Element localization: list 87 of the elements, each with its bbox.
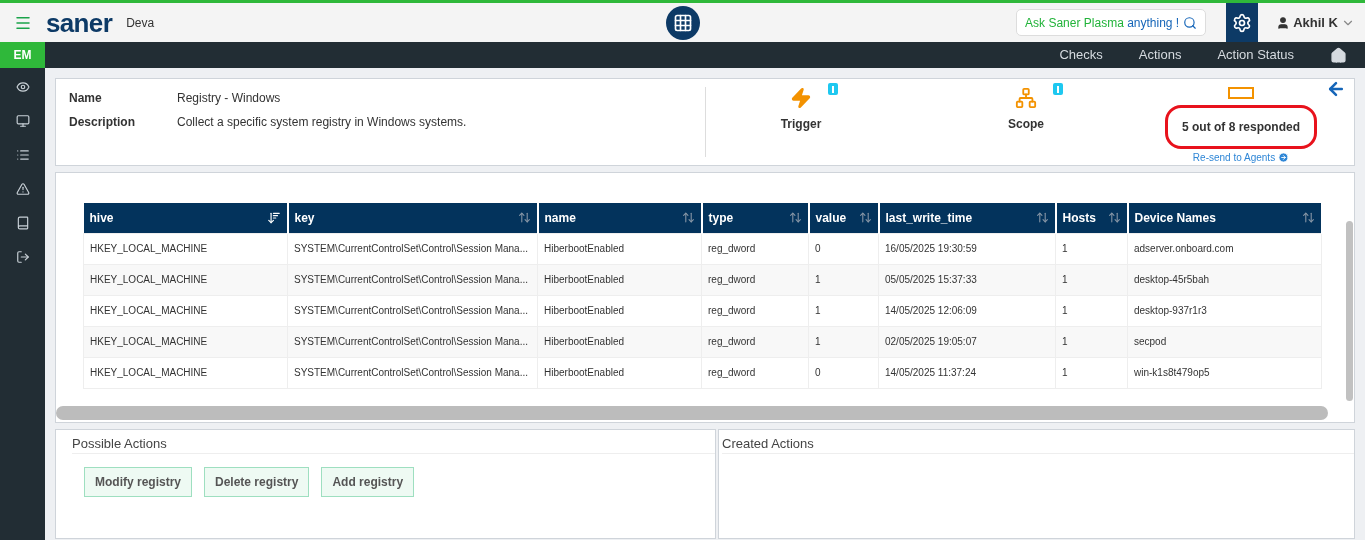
settings-icon bbox=[1232, 12, 1253, 33]
table-cell: SYSTEM\CurrentControlSet\Control\Session Mana... bbox=[287, 357, 538, 388]
table-cell: HiberbootEnabled bbox=[537, 264, 702, 295]
column-header[interactable]: last_write_time bbox=[878, 203, 1056, 233]
book-icon[interactable] bbox=[15, 216, 30, 230]
action-button[interactable]: Add registry bbox=[321, 467, 415, 497]
column-header[interactable]: Hosts bbox=[1055, 203, 1128, 233]
table-cell: HKEY_LOCAL_MACHINE bbox=[83, 326, 288, 357]
arrow-circle-icon bbox=[1278, 152, 1290, 163]
table-cell: reg_dword bbox=[701, 326, 809, 357]
table-cell: 0 bbox=[808, 357, 879, 388]
table-cell: 14/05/2025 12:06:09 bbox=[878, 295, 1056, 326]
table-cell: HKEY_LOCAL_MACHINE bbox=[83, 295, 288, 326]
monitor-icon[interactable] bbox=[15, 114, 30, 128]
table-cell: HKEY_LOCAL_MACHINE bbox=[83, 264, 288, 295]
table-cell: 16/05/2025 19:30:59 bbox=[878, 233, 1056, 264]
table-cell: HiberbootEnabled bbox=[537, 233, 702, 264]
nav-link[interactable]: Actions bbox=[1120, 45, 1200, 65]
settings-button[interactable] bbox=[1226, 3, 1259, 42]
column-header[interactable]: type bbox=[701, 203, 809, 233]
column-header[interactable]: value bbox=[808, 203, 879, 233]
table-cell: 0 bbox=[808, 233, 879, 264]
scope-label: Scope bbox=[1008, 116, 1044, 133]
table-cell: HiberbootEnabled bbox=[537, 295, 702, 326]
alert-icon bbox=[1053, 83, 1063, 95]
table-cell: 05/05/2025 15:37:33 bbox=[878, 264, 1056, 295]
column-header[interactable]: hive bbox=[83, 203, 288, 233]
table-cell: 1 bbox=[808, 326, 879, 357]
table-cell: 1 bbox=[1055, 264, 1128, 295]
table-cell: desktop-937r1r3 bbox=[1127, 295, 1322, 326]
table-cell: HiberbootEnabled bbox=[537, 326, 702, 357]
field-label: Description bbox=[69, 114, 136, 131]
field-value: Collect a specific system registry in Windows systems. bbox=[177, 114, 467, 131]
table-cell: secpod bbox=[1127, 326, 1322, 357]
warning-icon[interactable] bbox=[15, 182, 30, 196]
responses-count: 5 out of 8 responded bbox=[1165, 105, 1317, 149]
table-cell: reg_dword bbox=[701, 233, 809, 264]
resend-link[interactable]: Re-send to Agents bbox=[1192, 150, 1290, 165]
table-cell: SYSTEM\CurrentControlSet\Control\Session Mana... bbox=[287, 233, 538, 264]
table-cell: SYSTEM\CurrentControlSet\Control\Session Mana... bbox=[287, 264, 538, 295]
table-cell: 1 bbox=[1055, 233, 1128, 264]
home-icon[interactable] bbox=[1330, 46, 1347, 64]
action-button[interactable]: Modify registry bbox=[84, 467, 192, 497]
search-prompt: Ask Saner Plasma anything ! bbox=[1025, 14, 1180, 32]
table-cell: 1 bbox=[1055, 295, 1128, 326]
logout-icon[interactable] bbox=[15, 250, 30, 264]
field-value: Registry - Windows bbox=[177, 90, 281, 107]
horizontal-scrollbar[interactable] bbox=[56, 406, 1328, 420]
field-label: Name bbox=[69, 90, 103, 107]
search-icon[interactable] bbox=[1183, 15, 1198, 30]
grid-icon bbox=[673, 13, 693, 33]
apps-button[interactable] bbox=[666, 6, 700, 40]
eye-icon[interactable] bbox=[15, 80, 30, 94]
table-cell: adserver.onboard.com bbox=[1127, 233, 1322, 264]
brand-logo: saner bbox=[46, 9, 113, 36]
user-icon bbox=[1276, 15, 1291, 30]
column-header[interactable]: Device Names bbox=[1127, 203, 1322, 233]
column-header[interactable]: name bbox=[537, 203, 702, 233]
table-cell: win-k1s8t479op5 bbox=[1127, 357, 1322, 388]
table-cell: reg_dword bbox=[701, 264, 809, 295]
ask-search-field[interactable]: Ask Saner Plasma anything ! bbox=[1016, 9, 1207, 36]
table-cell: 14/05/2025 11:37:24 bbox=[878, 357, 1056, 388]
action-button[interactable]: Delete registry bbox=[204, 467, 310, 497]
table-cell: SYSTEM\CurrentControlSet\Control\Session Mana... bbox=[287, 326, 538, 357]
panel-title: Possible Actions bbox=[72, 430, 715, 454]
table-cell: 1 bbox=[808, 295, 879, 326]
table-cell: desktop-45r5bah bbox=[1127, 264, 1322, 295]
panel-title: Created Actions bbox=[722, 430, 1354, 454]
table-cell: reg_dword bbox=[701, 357, 809, 388]
list-icon[interactable] bbox=[15, 148, 30, 162]
vertical-scrollbar[interactable] bbox=[1346, 221, 1353, 401]
table-cell: reg_dword bbox=[701, 295, 809, 326]
alert-icon bbox=[828, 83, 838, 95]
trigger-label: Trigger bbox=[780, 116, 822, 133]
org-name: Deva bbox=[126, 14, 155, 32]
user-menu[interactable]: Akhil K bbox=[1276, 12, 1355, 33]
nav-link[interactable]: Checks bbox=[1041, 45, 1121, 65]
nav-link[interactable]: Action Status bbox=[1199, 45, 1312, 65]
table-cell: 1 bbox=[1055, 326, 1128, 357]
table-cell: HKEY_LOCAL_MACHINE bbox=[83, 233, 288, 264]
table-cell: SYSTEM\CurrentControlSet\Control\Session Mana... bbox=[287, 295, 538, 326]
table-cell: HKEY_LOCAL_MACHINE bbox=[83, 357, 288, 388]
table-cell: 1 bbox=[1055, 357, 1128, 388]
table-cell: 02/05/2025 19:05:07 bbox=[878, 326, 1056, 357]
column-header[interactable]: key bbox=[287, 203, 538, 233]
table-cell: HiberbootEnabled bbox=[537, 357, 702, 388]
table-cell: 1 bbox=[808, 264, 879, 295]
